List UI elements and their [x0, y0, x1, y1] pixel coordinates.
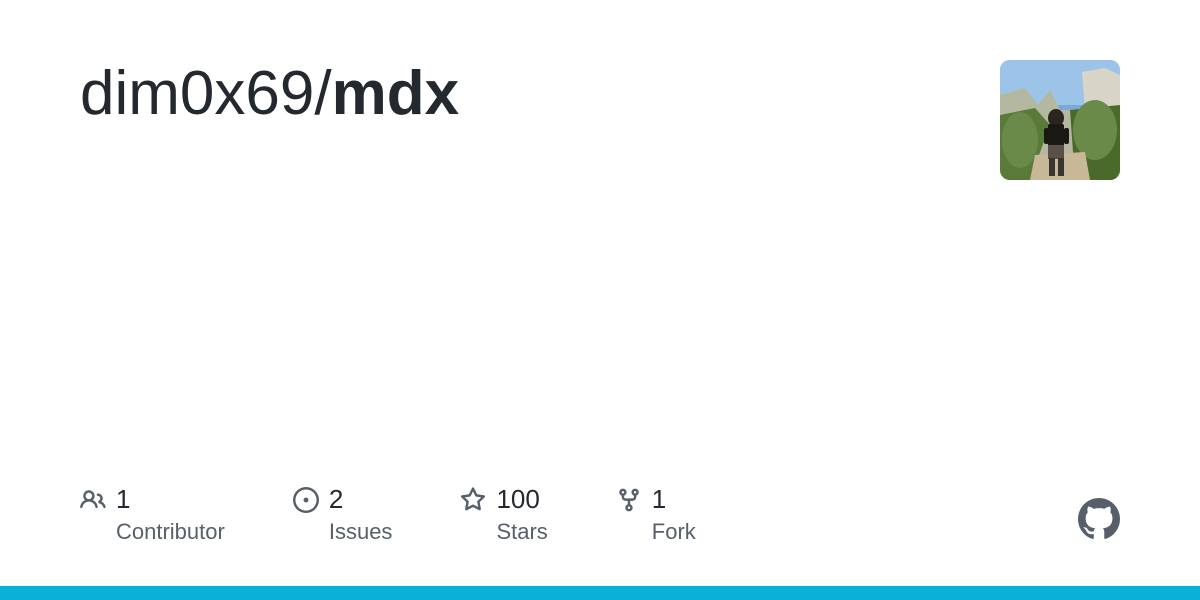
star-icon: [460, 487, 486, 513]
repo-name: mdx: [332, 59, 459, 128]
stars-count: 100: [496, 484, 539, 515]
forks-label: Fork: [652, 519, 696, 545]
contributors-label: Contributor: [116, 519, 225, 545]
issues-label: Issues: [329, 519, 393, 545]
avatar[interactable]: [1000, 60, 1120, 180]
forks-count: 1: [652, 484, 666, 515]
issues-count: 2: [329, 484, 343, 515]
repo-title[interactable]: dim0x69/mdx: [80, 60, 459, 128]
fork-icon: [616, 487, 642, 513]
avatar-image: [1000, 60, 1120, 180]
github-icon: [1078, 498, 1120, 540]
stat-contributors[interactable]: 1 Contributor: [80, 484, 225, 545]
accent-bar: [0, 586, 1200, 600]
repo-owner: dim0x69: [80, 59, 314, 128]
people-icon: [80, 487, 106, 513]
github-logo[interactable]: [1078, 498, 1120, 545]
issue-icon: [293, 487, 319, 513]
stat-issues[interactable]: 2 Issues: [293, 484, 393, 545]
stat-forks[interactable]: 1 Fork: [616, 484, 696, 545]
repo-stats: 1 Contributor 2 Issues 100 Stars 1 Fork: [80, 484, 696, 545]
stars-label: Stars: [496, 519, 547, 545]
contributors-count: 1: [116, 484, 130, 515]
repo-separator: /: [314, 59, 331, 128]
stat-stars[interactable]: 100 Stars: [460, 484, 547, 545]
repo-header: dim0x69/mdx: [80, 60, 1120, 180]
